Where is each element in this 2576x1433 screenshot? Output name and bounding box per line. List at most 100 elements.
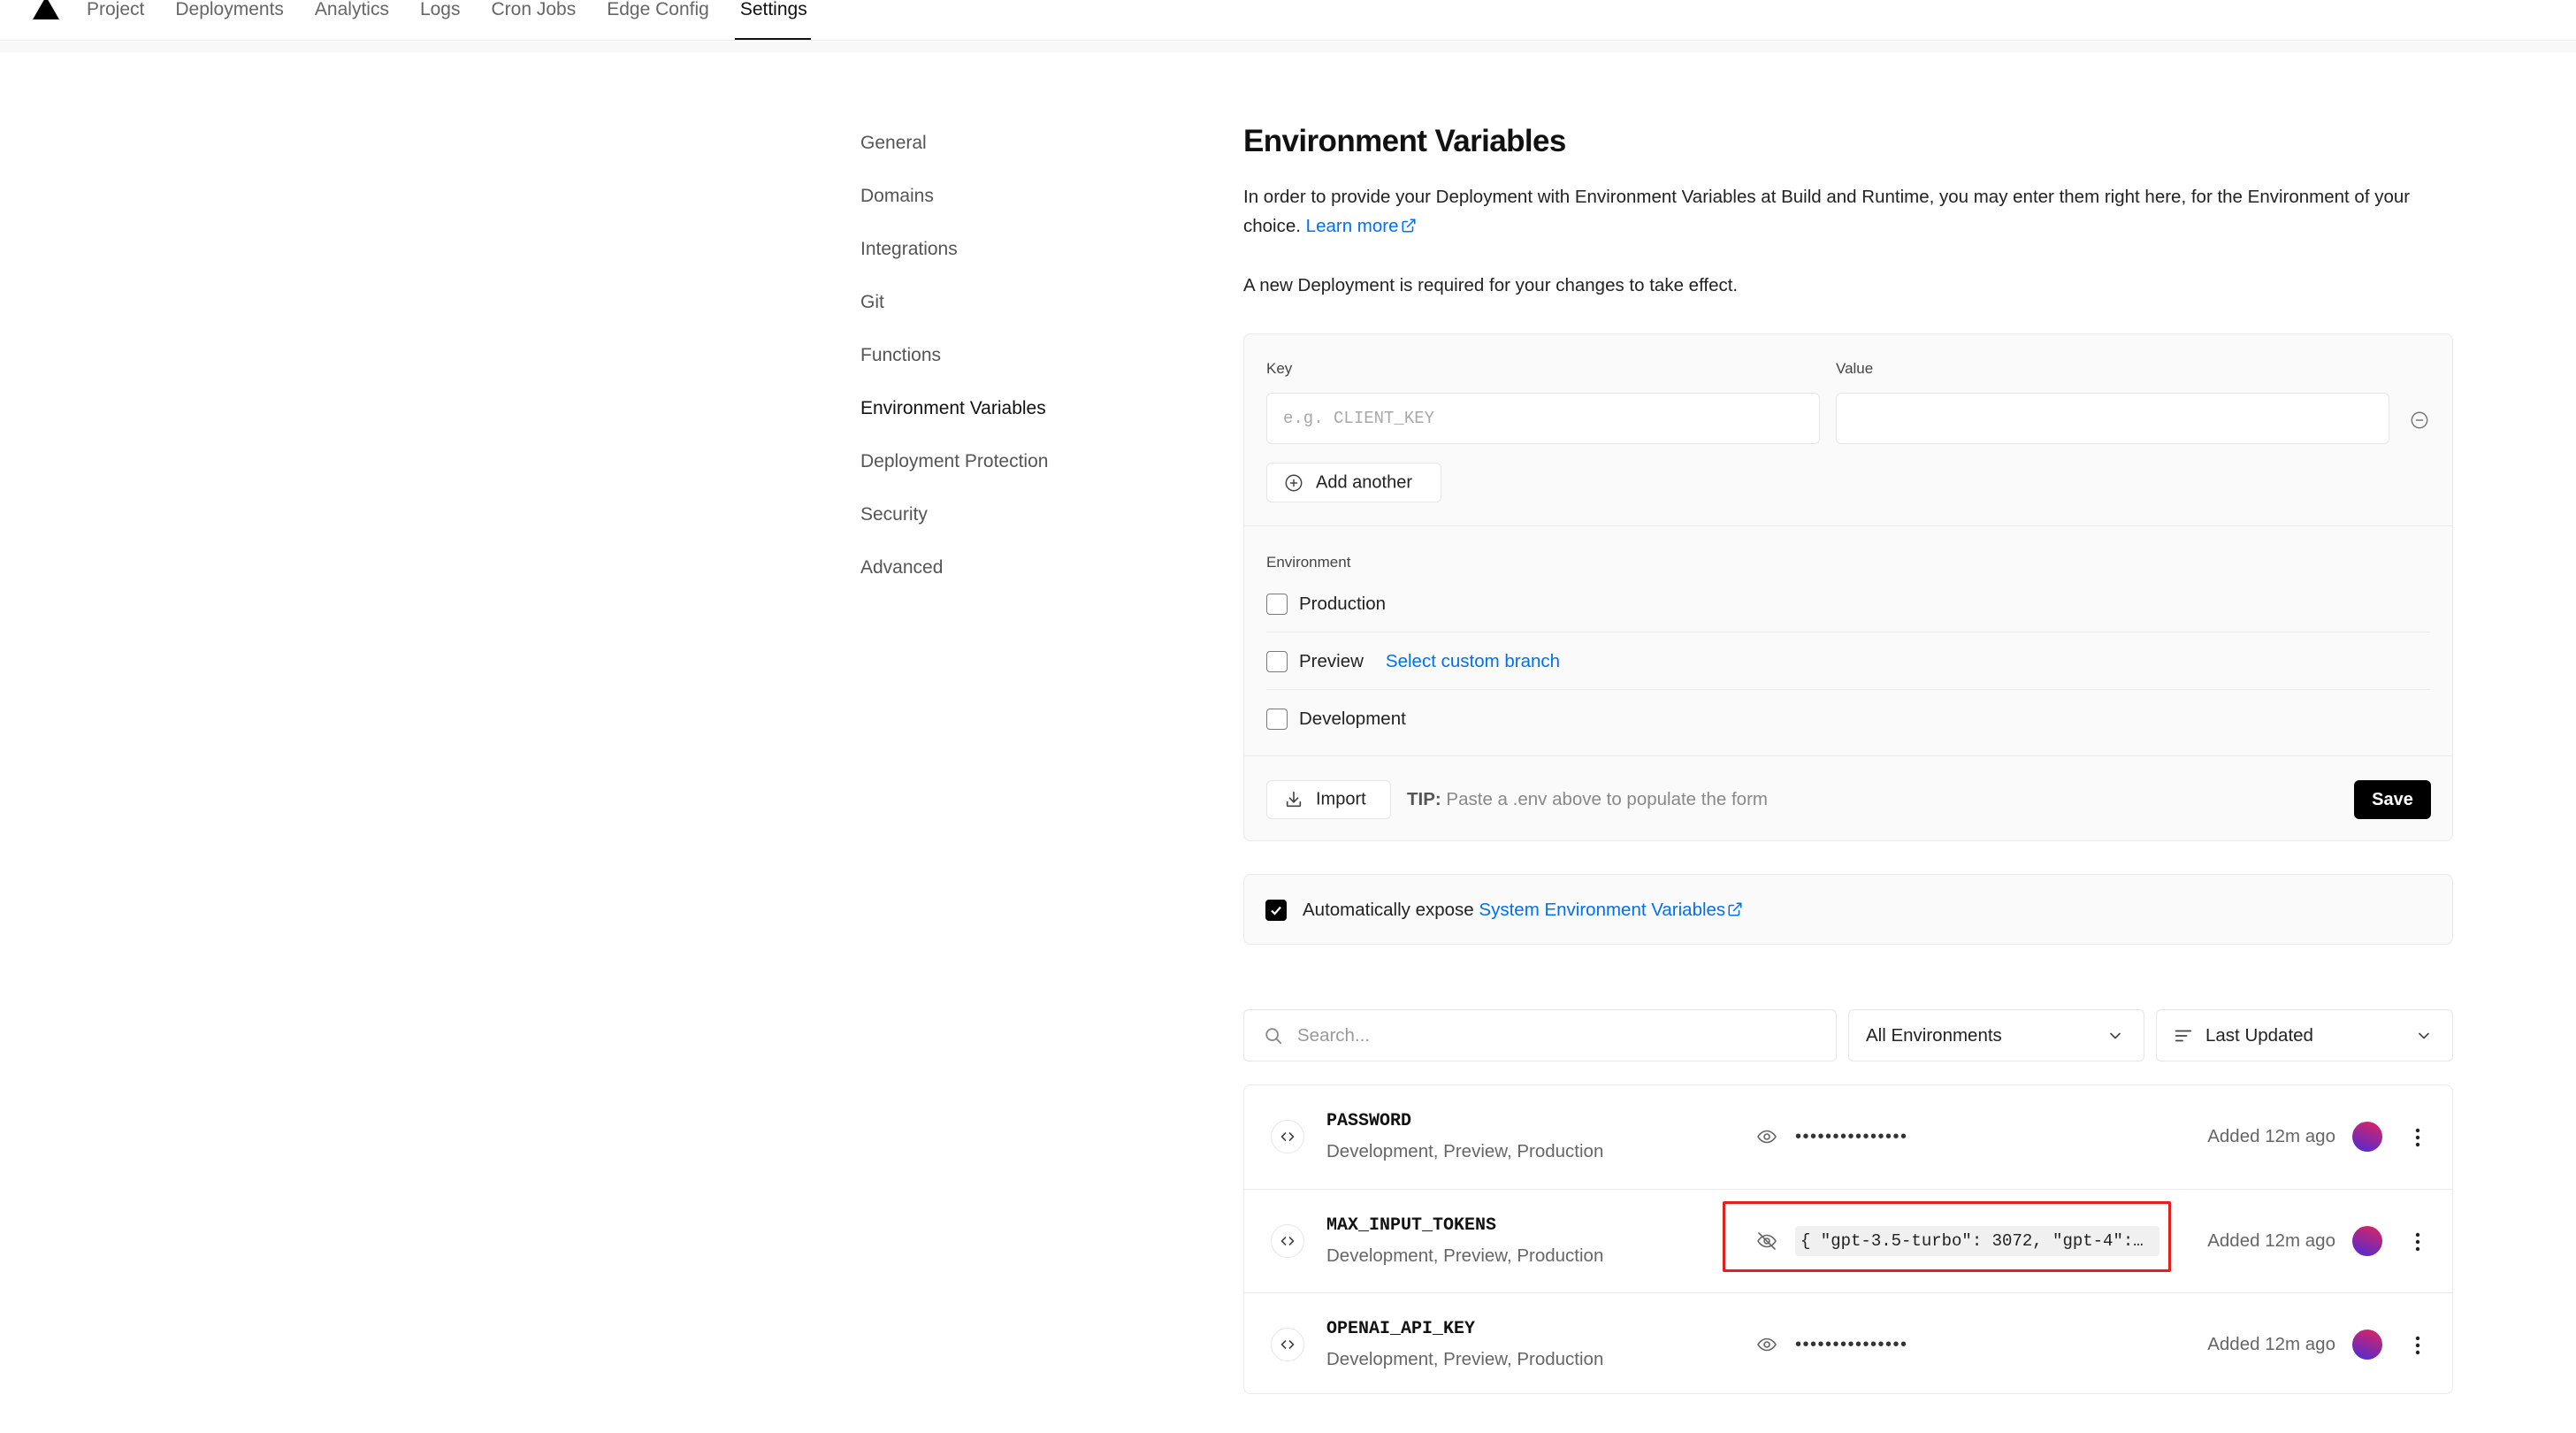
intro-paragraph: In order to provide your Deployment with… — [1243, 182, 2433, 241]
auto-expose-text: Automatically expose System Environment … — [1303, 900, 1743, 920]
tab-project[interactable]: Project — [87, 0, 144, 22]
list-item[interactable]: MAX_INPUT_TOKENS Development, Preview, P… — [1244, 1189, 2452, 1292]
list-item[interactable]: PASSWORD Development, Preview, Productio… — [1244, 1085, 2452, 1189]
save-button[interactable]: Save — [2354, 780, 2431, 819]
import-label: Import — [1316, 789, 1366, 809]
sidebar-item-domains[interactable]: Domains — [860, 183, 1126, 236]
preview-label: Preview — [1299, 651, 1364, 671]
sidebar-item-advanced[interactable]: Advanced — [860, 555, 1126, 608]
tab-cron-jobs[interactable]: Cron Jobs — [492, 0, 577, 22]
auto-expose-checkbox[interactable] — [1265, 900, 1287, 921]
development-label: Development — [1299, 709, 1406, 729]
checkmark-icon — [1271, 906, 1281, 916]
add-another-label: Add another — [1316, 472, 1412, 492]
sidebar-item-security[interactable]: Security — [860, 502, 1126, 555]
external-link-icon — [1728, 902, 1742, 916]
select-custom-branch-link[interactable]: Select custom branch — [1386, 651, 1560, 672]
tab-edge-config[interactable]: Edge Config — [607, 0, 709, 22]
environment-variable-list: PASSWORD Development, Preview, Productio… — [1243, 1084, 2453, 1394]
divider — [1266, 689, 2430, 690]
environment-select[interactable]: All Environments — [1848, 1009, 2144, 1061]
tab-deployments[interactable]: Deployments — [175, 0, 284, 22]
value-label: Value — [1836, 360, 1874, 377]
preview-checkbox[interactable] — [1266, 651, 1288, 672]
triangle-logo-icon[interactable] — [33, 0, 59, 19]
page-title: Environment Variables — [1243, 124, 1566, 158]
eye-icon[interactable] — [1756, 1126, 1777, 1147]
value-input[interactable] — [1836, 393, 2389, 444]
variable-name: MAX_INPUT_TOKENS — [1326, 1215, 1497, 1236]
import-button[interactable]: Import — [1266, 780, 1391, 819]
variable-environments: Development, Preview, Production — [1326, 1349, 1604, 1369]
search-box — [1243, 1009, 1837, 1061]
avatar — [2352, 1122, 2382, 1152]
variable-name: OPENAI_API_KEY — [1326, 1319, 1476, 1339]
sort-select-value: Last Updated — [2205, 1025, 2313, 1046]
env-option-preview[interactable]: Preview Select custom branch — [1266, 644, 1560, 679]
list-item[interactable]: OPENAI_API_KEY Development, Preview, Pro… — [1244, 1292, 2452, 1394]
tip-prefix: TIP: — [1407, 789, 1441, 809]
minus-circle-icon — [2411, 411, 2428, 429]
more-options-icon[interactable] — [2410, 1335, 2426, 1356]
env-paste-tip: TIP: Paste a .env above to populate the … — [1407, 790, 1768, 809]
divider — [1244, 525, 2452, 526]
code-icon — [1271, 1224, 1304, 1258]
added-timestamp: Added 12m ago — [2207, 1230, 2335, 1251]
system-env-vars-label: System Environment Variables — [1479, 900, 1726, 920]
page: Project Deployments Analytics Logs Cron … — [0, 0, 2576, 1433]
avatar — [2352, 1226, 2382, 1256]
sidebar-item-environment-variables[interactable]: Environment Variables — [860, 395, 1126, 448]
added-timestamp: Added 12m ago — [2207, 1334, 2335, 1354]
variable-value-masked: ••••••••••••••• — [1795, 1335, 1908, 1354]
learn-more-label: Learn more — [1305, 216, 1399, 236]
add-variable-form: Key Value Add another Environment Produc… — [1243, 333, 2453, 841]
sidebar-item-integrations[interactable]: Integrations — [860, 236, 1126, 289]
environment-label: Environment — [1266, 554, 1351, 571]
variable-environments: Development, Preview, Production — [1326, 1245, 1604, 1266]
tab-settings[interactable]: Settings — [734, 0, 811, 40]
key-label: Key — [1266, 360, 1293, 377]
learn-more-link[interactable]: Learn more — [1306, 216, 1417, 236]
auto-expose-panel: Automatically expose System Environment … — [1243, 874, 2453, 945]
search-input[interactable] — [1297, 1010, 1828, 1061]
redeploy-notice: A new Deployment is required for your ch… — [1243, 275, 1739, 295]
sort-icon — [2174, 1026, 2193, 1046]
chevron-down-icon — [2415, 1027, 2433, 1045]
more-options-icon[interactable] — [2410, 1127, 2426, 1148]
tab-logs[interactable]: Logs — [420, 0, 461, 22]
environment-select-value: All Environments — [1866, 1025, 2002, 1046]
more-options-icon[interactable] — [2410, 1231, 2426, 1253]
variable-value-masked: ••••••••••••••• — [1795, 1127, 1908, 1146]
project-tabs: Project Deployments Analytics Logs Cron … — [87, 0, 811, 40]
variable-value-revealed[interactable]: { "gpt-3.5-turbo": 3072, "gpt-4":… — [1795, 1226, 2159, 1256]
add-another-button[interactable]: Add another — [1266, 463, 1441, 502]
eye-off-icon[interactable] — [1756, 1230, 1777, 1252]
intro-text: In order to provide your Deployment with… — [1243, 187, 2411, 236]
sidebar-item-functions[interactable]: Functions — [860, 342, 1126, 395]
system-env-vars-link[interactable]: System Environment Variables — [1479, 900, 1743, 920]
code-icon — [1271, 1328, 1304, 1361]
plus-circle-icon — [1284, 473, 1303, 493]
tab-analytics[interactable]: Analytics — [315, 0, 389, 22]
env-option-development[interactable]: Development — [1266, 701, 1406, 737]
development-checkbox[interactable] — [1266, 709, 1288, 730]
search-icon — [1264, 1026, 1283, 1046]
sidebar-item-deployment-protection[interactable]: Deployment Protection — [860, 448, 1126, 502]
env-option-production[interactable]: Production — [1266, 586, 1386, 622]
settings-sidebar: General Domains Integrations Git Functio… — [860, 130, 1126, 608]
added-timestamp: Added 12m ago — [2207, 1126, 2335, 1146]
production-label: Production — [1299, 594, 1387, 614]
tip-text: Paste a .env above to populate the form — [1446, 789, 1768, 809]
remove-row-button[interactable] — [2409, 410, 2430, 431]
code-icon — [1271, 1120, 1304, 1153]
sidebar-item-git[interactable]: Git — [860, 289, 1126, 342]
download-icon — [1284, 790, 1303, 809]
sort-select[interactable]: Last Updated — [2156, 1009, 2453, 1061]
key-input[interactable] — [1266, 393, 1820, 444]
variable-name: PASSWORD — [1326, 1111, 1412, 1131]
divider — [1244, 755, 2452, 756]
sidebar-item-general[interactable]: General — [860, 130, 1126, 183]
production-checkbox[interactable] — [1266, 594, 1288, 615]
eye-icon[interactable] — [1756, 1334, 1777, 1355]
external-link-icon — [1402, 218, 1416, 233]
